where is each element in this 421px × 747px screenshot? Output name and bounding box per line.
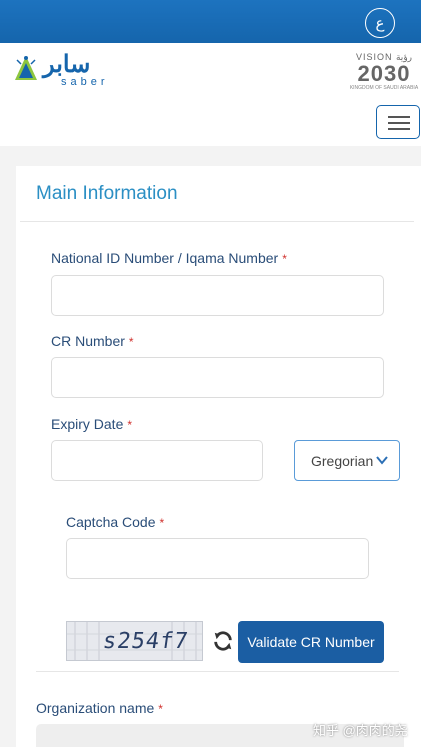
logo-arabic-text: سابر (43, 51, 91, 78)
cr-number-label: CR Number * (51, 333, 134, 349)
top-bar: ع (0, 0, 421, 43)
title-divider (20, 221, 414, 222)
saber-logo[interactable]: سابر saber (13, 51, 123, 88)
captcha-text: s254f7 (101, 629, 191, 654)
menu-line-icon (388, 122, 410, 124)
refresh-captcha-icon[interactable] (212, 630, 234, 652)
vision-year: 2030 (357, 61, 411, 86)
required-mark: * (128, 335, 134, 349)
expiry-date-label: Expiry Date * (51, 416, 133, 432)
section-title: Main Information (36, 183, 178, 204)
menu-line-icon (388, 128, 410, 130)
validate-cr-number-button[interactable]: Validate CR Number (238, 621, 384, 663)
zhihu-watermark: 知乎 @肉肉的尧 (313, 723, 408, 738)
vision-2030-logo: VISION رؤية 2030 KINGDOM OF SAUDI ARABIA (348, 52, 420, 106)
main-information-card: Main Information National ID Number / Iq… (16, 166, 421, 747)
calendar-type-select[interactable]: Gregorian (294, 440, 400, 481)
required-mark: * (159, 516, 165, 530)
required-mark: * (158, 702, 163, 716)
organization-name-label: Organization name * (36, 700, 163, 716)
national-id-label: National ID Number / Iqama Number * (51, 250, 287, 266)
section-divider (36, 671, 399, 672)
expiry-date-input[interactable] (51, 440, 263, 481)
language-toggle-button[interactable]: ع (365, 8, 395, 38)
captcha-input[interactable] (66, 538, 369, 579)
saber-emblem-icon (15, 56, 37, 80)
logo-english-text: saber (61, 76, 109, 88)
menu-line-icon (388, 116, 410, 118)
national-id-input[interactable] (51, 275, 384, 316)
cr-number-input[interactable] (51, 357, 384, 398)
captcha-image: s254f7 (66, 621, 203, 661)
required-mark: * (127, 418, 133, 432)
chevron-down-icon (376, 456, 388, 465)
captcha-label: Captcha Code * (66, 514, 165, 530)
required-mark: * (282, 252, 287, 266)
calendar-type-value: Gregorian (311, 452, 374, 469)
vision-kingdom: KINGDOM OF SAUDI ARABIA (349, 85, 419, 91)
site-header: سابر saber VISION رؤية 2030 KINGDOM OF S… (0, 43, 421, 146)
hamburger-menu-button[interactable] (376, 105, 420, 139)
